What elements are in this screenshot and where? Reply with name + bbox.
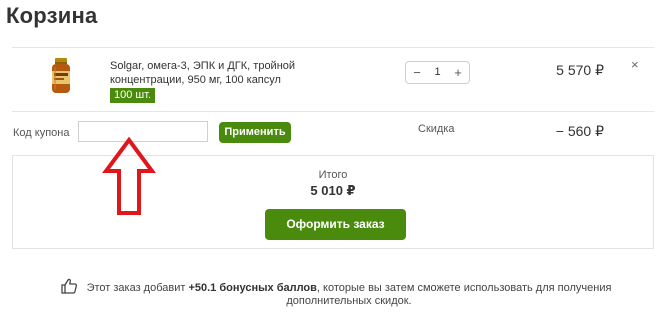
quantity-stepper: − 1 + — [405, 61, 470, 84]
coupon-label: Код купона — [13, 127, 70, 139]
page-title: Корзина — [6, 3, 98, 28]
item-price: 5 570 ₽ — [556, 62, 604, 78]
supplement-bottle-icon[interactable] — [50, 58, 72, 94]
product-name-text[interactable]: Solgar, омега-3, ЭПК и ДГК, тройной конц… — [110, 60, 295, 86]
bonus-points: +50.1 бонусных баллов — [188, 282, 317, 294]
remove-item-button[interactable]: × — [631, 57, 639, 72]
discount-value: − 560 ₽ — [555, 123, 604, 139]
cart-item-row: Solgar, омега-3, ЭПК и ДГК, тройной конц… — [0, 48, 670, 110]
increase-quantity-button[interactable]: + — [448, 62, 468, 83]
product-name[interactable]: Solgar, омега-3, ЭПК и ДГК, тройной конц… — [110, 59, 315, 103]
bonus-suffix: , которые вы затем сможете использовать … — [286, 282, 612, 307]
thumbs-up-icon — [61, 278, 78, 294]
checkout-button[interactable]: Оформить заказ — [265, 209, 406, 240]
bonus-info: Этот заказ добавит +50.1 бонусных баллов… — [84, 282, 614, 308]
discount-label: Скидка — [418, 123, 455, 135]
apply-coupon-button[interactable]: Применить — [219, 122, 291, 143]
quantity-value[interactable]: 1 — [426, 62, 449, 83]
bonus-prefix: Этот заказ добавит — [86, 282, 189, 294]
up-arrow-annotation-icon — [102, 137, 156, 215]
decrease-quantity-button[interactable]: − — [407, 62, 427, 83]
variant-badge: 100 шт. — [110, 88, 156, 103]
divider — [12, 111, 654, 112]
